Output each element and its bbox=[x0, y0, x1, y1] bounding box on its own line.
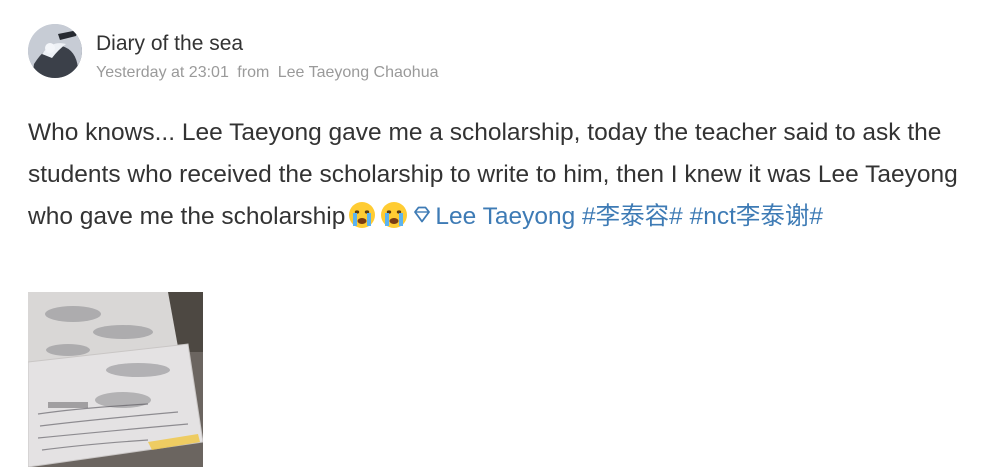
author-avatar[interactable] bbox=[28, 24, 82, 78]
post-meta: Yesterday at 23:01 from Lee Taeyong Chao… bbox=[96, 64, 438, 82]
author-name[interactable]: Diary of the sea bbox=[96, 32, 243, 56]
photo-thumbnail bbox=[28, 292, 203, 467]
crying-face-emoji bbox=[349, 202, 376, 228]
supertopic-link[interactable]: Lee Taeyong bbox=[435, 203, 575, 230]
diamond-icon bbox=[414, 206, 431, 223]
post-source[interactable]: Lee Taeyong Chaohua bbox=[278, 64, 439, 81]
post-body: Who knows... Lee Taeyong gave me a schol… bbox=[28, 112, 993, 238]
hashtag-link[interactable]: #nct李泰谢# bbox=[690, 203, 823, 230]
weibo-post: Diary of the sea Yesterday at 23:01 from… bbox=[0, 0, 1000, 470]
post-image[interactable] bbox=[28, 292, 203, 467]
hashtag-link[interactable]: #李泰容# bbox=[582, 203, 683, 230]
avatar-image bbox=[28, 24, 82, 78]
crying-face-emoji bbox=[381, 202, 408, 228]
source-prefix: from bbox=[237, 64, 270, 81]
post-time[interactable]: Yesterday at 23:01 bbox=[96, 64, 229, 81]
